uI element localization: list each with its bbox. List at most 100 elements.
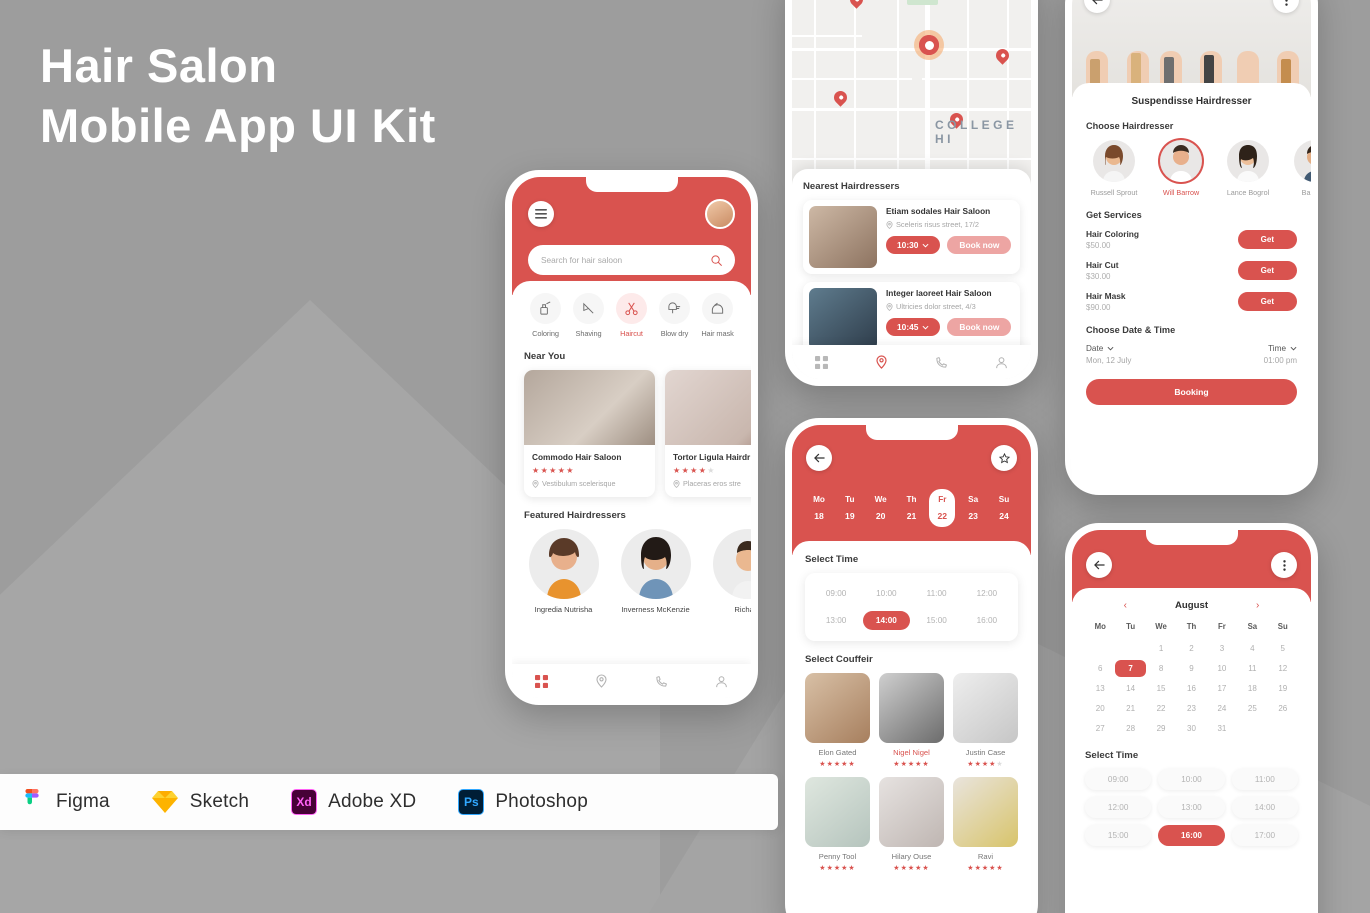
- calendar-day[interactable]: 22: [1146, 700, 1176, 717]
- user-avatar[interactable]: [705, 199, 735, 229]
- calendar-day[interactable]: 31: [1207, 720, 1237, 737]
- tab-phone-icon[interactable]: [655, 675, 668, 688]
- time-slot[interactable]: 17:00: [1231, 825, 1298, 846]
- tab-location-pin-icon[interactable]: [875, 355, 888, 369]
- featured-hairdresser[interactable]: Inverness McKenzie: [616, 529, 695, 614]
- map-pin[interactable]: [993, 46, 1012, 66]
- time-slot[interactable]: 09:00: [1085, 769, 1152, 790]
- calendar-day[interactable]: 27: [1085, 720, 1115, 737]
- couffeir-card[interactable]: Penny Tool ★★★★★: [805, 777, 870, 872]
- favorite-star-icon[interactable]: [991, 445, 1017, 471]
- time-slot[interactable]: 11:00: [1231, 769, 1298, 790]
- calendar-day[interactable]: 13: [1085, 680, 1115, 697]
- calendar-day[interactable]: 5: [1268, 640, 1298, 657]
- day-cell[interactable]: Mo 18: [806, 489, 832, 527]
- couffeir-card-selected[interactable]: Nigel Nigel ★★★★★: [879, 673, 944, 768]
- calendar-day[interactable]: 16: [1176, 680, 1206, 697]
- calendar-day[interactable]: 23: [1176, 700, 1206, 717]
- calendar-day[interactable]: 17: [1207, 680, 1237, 697]
- calendar-day[interactable]: 15: [1146, 680, 1176, 697]
- calendar-day[interactable]: 10: [1207, 660, 1237, 677]
- time-slot-selected[interactable]: 16:00: [1158, 825, 1225, 846]
- calendar-day[interactable]: 12: [1268, 660, 1298, 677]
- hamburger-menu-button[interactable]: [528, 201, 554, 227]
- calendar-day[interactable]: 24: [1207, 700, 1237, 717]
- nearest-hairdresser-row[interactable]: Etiam sodales Hair Saloon Sceleris risus…: [803, 200, 1020, 274]
- hairdresser-option[interactable]: Lance Bogrol: [1220, 140, 1276, 197]
- calendar-day[interactable]: 25: [1237, 700, 1267, 717]
- day-cell[interactable]: Su 24: [991, 489, 1017, 527]
- category-shaving[interactable]: Shaving: [567, 293, 610, 338]
- category-haircut[interactable]: Haircut: [610, 293, 653, 338]
- calendar-day[interactable]: 26: [1268, 700, 1298, 717]
- couffeir-card[interactable]: Justin Case ★★★★★: [953, 673, 1018, 768]
- calendar-day[interactable]: 8: [1146, 660, 1176, 677]
- time-slot[interactable]: 15:00: [914, 611, 960, 630]
- more-vertical-icon[interactable]: [1271, 552, 1297, 578]
- time-slot[interactable]: 15:00: [1085, 825, 1152, 846]
- tab-location-pin-icon[interactable]: [595, 674, 608, 688]
- map-current-location-marker[interactable]: [914, 30, 944, 60]
- time-slot[interactable]: 10:00: [863, 584, 909, 603]
- tab-phone-icon[interactable]: [935, 356, 948, 369]
- couffeir-card[interactable]: Hilary Ouse ★★★★★: [879, 777, 944, 872]
- tab-person-icon[interactable]: [715, 675, 728, 688]
- calendar-day[interactable]: 21: [1115, 700, 1145, 717]
- calendar-day[interactable]: 9: [1176, 660, 1206, 677]
- map-pin[interactable]: [831, 88, 850, 108]
- get-service-button[interactable]: Get: [1237, 230, 1297, 249]
- day-cell[interactable]: Tu 19: [837, 489, 863, 527]
- more-vertical-icon[interactable]: [1273, 0, 1299, 13]
- calendar-day[interactable]: 6: [1085, 660, 1115, 677]
- time-slot[interactable]: 11:00: [914, 584, 960, 603]
- time-slot[interactable]: 09:00: [813, 584, 859, 603]
- hairdresser-option[interactable]: Russell Sprout: [1086, 140, 1142, 197]
- booking-button[interactable]: Booking: [1086, 379, 1297, 405]
- day-cell-selected[interactable]: Fr 22: [929, 489, 956, 527]
- chevron-left-icon[interactable]: ‹: [1124, 600, 1127, 611]
- listing-time-dropdown[interactable]: 10:30: [886, 236, 941, 254]
- calendar-day[interactable]: 14: [1115, 680, 1145, 697]
- back-button[interactable]: [1086, 552, 1112, 578]
- time-slot[interactable]: 12:00: [1085, 797, 1152, 818]
- calendar-day[interactable]: 28: [1115, 720, 1145, 737]
- time-dropdown[interactable]: Time: [1264, 344, 1297, 353]
- day-cell[interactable]: Sa 23: [960, 489, 986, 527]
- tab-grid-icon[interactable]: [815, 355, 829, 369]
- salon-card[interactable]: Commodo Hair Saloon ★★★★★ Vestibulum sce…: [524, 370, 655, 497]
- day-cell[interactable]: We 20: [868, 489, 894, 527]
- tab-grid-icon[interactable]: [535, 674, 549, 688]
- tab-person-icon[interactable]: [995, 356, 1008, 369]
- time-slot[interactable]: 13:00: [813, 611, 859, 630]
- calendar-day[interactable]: 18: [1237, 680, 1267, 697]
- calendar-day[interactable]: 19: [1268, 680, 1298, 697]
- time-slot[interactable]: 16:00: [964, 611, 1010, 630]
- back-button[interactable]: [806, 445, 832, 471]
- time-slot-selected[interactable]: 14:00: [863, 611, 910, 630]
- search-icon[interactable]: [711, 254, 722, 266]
- search-input[interactable]: Search for hair saloon: [528, 245, 735, 275]
- book-now-button[interactable]: Book now: [947, 318, 1012, 336]
- back-button[interactable]: [1084, 0, 1110, 13]
- time-slot[interactable]: 14:00: [1231, 797, 1298, 818]
- category-coloring[interactable]: Coloring: [524, 293, 567, 338]
- calendar-day[interactable]: 11: [1237, 660, 1267, 677]
- calendar-day[interactable]: 4: [1237, 640, 1267, 657]
- book-now-button[interactable]: Book now: [947, 236, 1012, 254]
- hairdresser-option[interactable]: Barry To: [1287, 140, 1311, 197]
- calendar-day[interactable]: 30: [1176, 720, 1206, 737]
- listing-time-dropdown[interactable]: 10:45: [886, 318, 941, 336]
- calendar-day[interactable]: 29: [1146, 720, 1176, 737]
- date-dropdown[interactable]: Date: [1086, 344, 1131, 353]
- chevron-right-icon[interactable]: ›: [1256, 600, 1259, 611]
- featured-hairdresser[interactable]: Ingredia Nutrisha: [524, 529, 603, 614]
- calendar-day[interactable]: 1: [1146, 640, 1176, 657]
- category-hair-mask[interactable]: Hair mask: [696, 293, 739, 338]
- get-service-button[interactable]: Get: [1237, 292, 1297, 311]
- salon-card[interactable]: Tortor Ligula Hairdr ★★★★★ Placeras eros…: [665, 370, 751, 497]
- featured-hairdresser[interactable]: Richard: [708, 529, 751, 614]
- map-pin[interactable]: [847, 0, 866, 10]
- couffeir-card[interactable]: Ravi ★★★★★: [953, 777, 1018, 872]
- time-slot[interactable]: 12:00: [964, 584, 1010, 603]
- hairdresser-option-selected[interactable]: Will Barrow: [1153, 140, 1209, 197]
